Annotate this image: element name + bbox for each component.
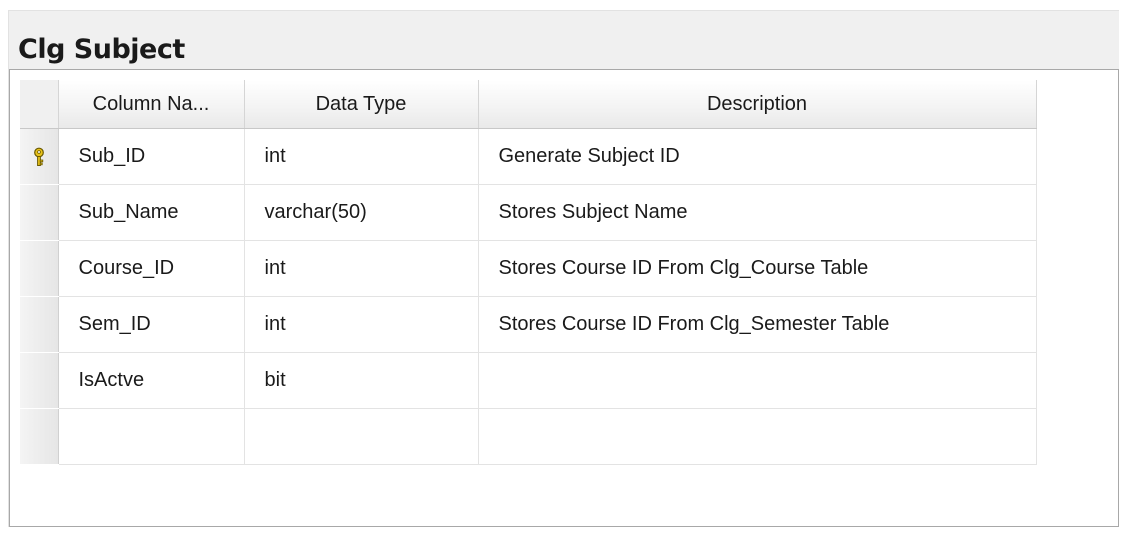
table-row[interactable]: IsActve bit [20,352,1037,409]
data-type-cell[interactable]: int [244,128,479,185]
row-selector[interactable] [20,184,59,241]
table-row[interactable] [20,408,1037,465]
row-selector[interactable] [20,240,59,297]
column-name-cell[interactable]: Sem_ID [58,296,245,353]
column-header-column-name[interactable]: Column Na... [58,80,245,129]
data-type-cell[interactable]: bit [244,352,479,409]
description-cell[interactable]: Stores Course ID From Clg_Semester Table [478,296,1037,353]
description-cell[interactable] [478,408,1037,465]
row-selector[interactable] [20,408,59,465]
data-type-cell[interactable]: int [244,296,479,353]
row-selector[interactable] [20,352,59,409]
description-cell[interactable]: Generate Subject ID [478,128,1037,185]
grid-header-row: Column Na... Data Type Description [20,80,1037,129]
row-selector[interactable] [20,296,59,353]
description-cell[interactable]: Stores Subject Name [478,184,1037,241]
key-icon [33,147,44,166]
description-cell[interactable] [478,352,1037,409]
data-type-cell[interactable]: int [244,240,479,297]
column-name-cell[interactable]: Sub_ID [58,128,245,185]
table-row[interactable]: Sub_ID int Generate Subject ID [20,128,1037,185]
column-name-cell[interactable]: Course_ID [58,240,245,297]
column-name-cell[interactable]: Sub_Name [58,184,245,241]
column-name-cell[interactable]: IsActve [58,352,245,409]
column-name-cell[interactable] [58,408,245,465]
table-row[interactable]: Sub_Name varchar(50) Stores Subject Name [20,184,1037,241]
column-header-data-type[interactable]: Data Type [244,80,479,129]
description-cell[interactable]: Stores Course ID From Clg_Course Table [478,240,1037,297]
column-grid: Column Na... Data Type Description Sub_I… [20,80,1037,465]
table-row[interactable]: Course_ID int Stores Course ID From Clg_… [20,240,1037,297]
table-title[interactable]: Clg Subject [18,34,185,66]
data-type-cell[interactable]: varchar(50) [244,184,479,241]
diagram-canvas: Clg Subject Column Na... Data Type Descr… [0,0,1132,533]
row-selector-header [20,80,59,129]
row-selector[interactable] [20,128,59,185]
column-header-description[interactable]: Description [478,80,1037,129]
table-row[interactable]: Sem_ID int Stores Course ID From Clg_Sem… [20,296,1037,353]
data-type-cell[interactable] [244,408,479,465]
